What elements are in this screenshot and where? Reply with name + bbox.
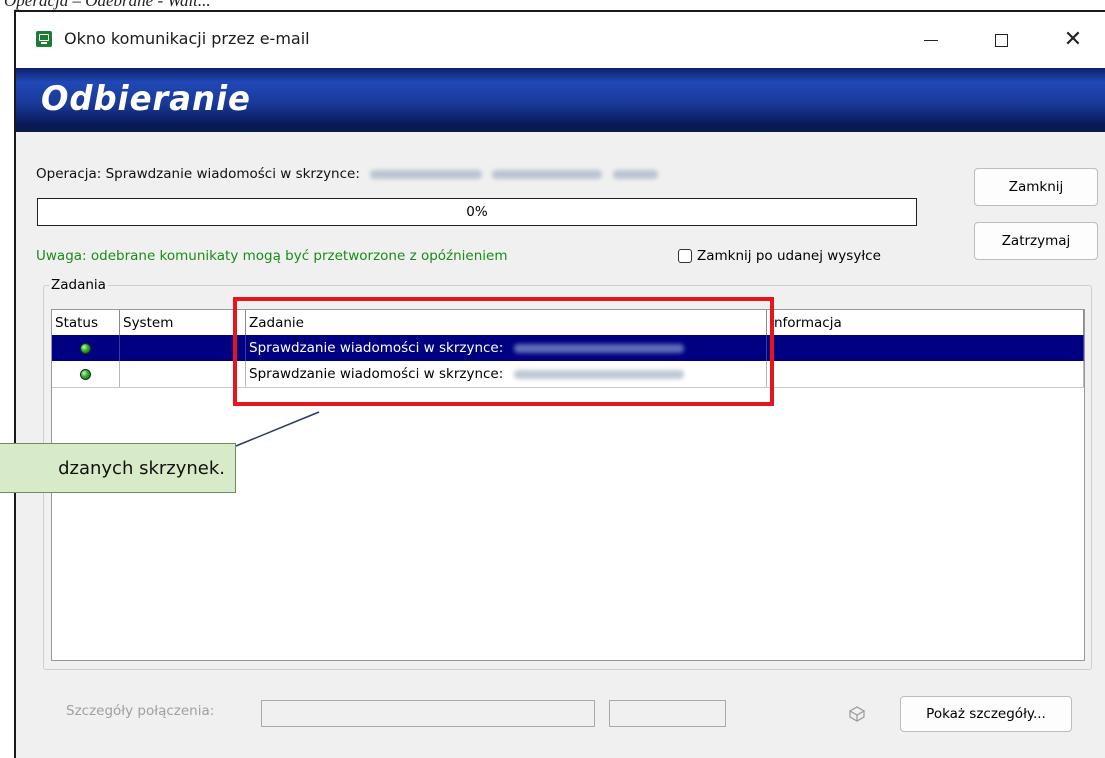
connection-status-field — [609, 700, 726, 727]
callout-text: dzanych skrzynek. — [58, 457, 225, 479]
close-icon: ✕ — [1063, 27, 1083, 52]
maximize-button[interactable] — [974, 20, 1028, 60]
network-connection-icon-svg — [848, 706, 866, 722]
close-window-button[interactable]: ✕ — [1046, 20, 1100, 60]
banner-title: Odbieranie — [41, 79, 251, 119]
redacted-email — [370, 169, 483, 179]
email-window-icon — [36, 31, 52, 47]
title-bar[interactable]: Okno komunikacji przez e-mail ✕ — [16, 12, 1105, 68]
tasks-group-label: Zadania — [49, 277, 108, 293]
column-system[interactable]: System — [120, 310, 246, 335]
connection-details-field — [261, 700, 595, 727]
close-button-label: Zamknij — [1008, 179, 1064, 195]
show-details-button[interactable]: Pokaż szczegóły... — [900, 696, 1072, 732]
minimize-button[interactable] — [904, 20, 958, 60]
warning-text: Uwaga: odebrane komunikaty mogą być prze… — [36, 248, 508, 264]
connection-details-label: Szczegóły połączenia: — [66, 703, 215, 719]
header-banner: Odbieranie — [16, 68, 1105, 132]
status-cell — [52, 361, 120, 387]
operation-status: Operacja: Sprawdzanie wiadomości w skrzy… — [36, 166, 658, 182]
green-led-icon — [80, 368, 91, 380]
close-button[interactable]: Zamknij — [974, 168, 1098, 206]
column-status[interactable]: Status — [52, 310, 120, 335]
close-after-send-option[interactable]: Zamknij po udanej wysyłce — [678, 248, 881, 264]
minimize-icon — [924, 39, 938, 41]
network-connection-icon[interactable] — [846, 704, 868, 724]
progress-bar: 0% — [37, 198, 917, 226]
green-led-icon — [80, 342, 91, 354]
stop-button[interactable]: Zatrzymaj — [974, 222, 1098, 260]
system-cell — [120, 335, 246, 361]
progress-label: 0% — [466, 204, 488, 220]
maximize-icon — [994, 33, 1008, 47]
redacted-email — [492, 169, 603, 179]
stop-button-label: Zatrzymaj — [1001, 233, 1071, 249]
close-after-send-checkbox[interactable] — [678, 249, 692, 263]
annotation-callout: dzanych skrzynek. — [0, 443, 236, 493]
column-info[interactable]: Informacja — [767, 310, 1084, 335]
window-title: Okno komunikacji przez e-mail — [64, 29, 310, 48]
system-cell — [120, 361, 246, 387]
show-details-label: Pokaż szczegóły... — [926, 706, 1046, 722]
status-cell — [52, 335, 120, 361]
redacted-email — [612, 169, 658, 179]
info-cell — [767, 335, 1084, 361]
annotation-highlight — [233, 297, 774, 406]
checkbox-label: Zamknij po udanej wysyłce — [697, 248, 881, 264]
info-cell — [767, 361, 1084, 387]
operation-label: Operacja: Sprawdzanie wiadomości w skrzy… — [36, 166, 360, 182]
